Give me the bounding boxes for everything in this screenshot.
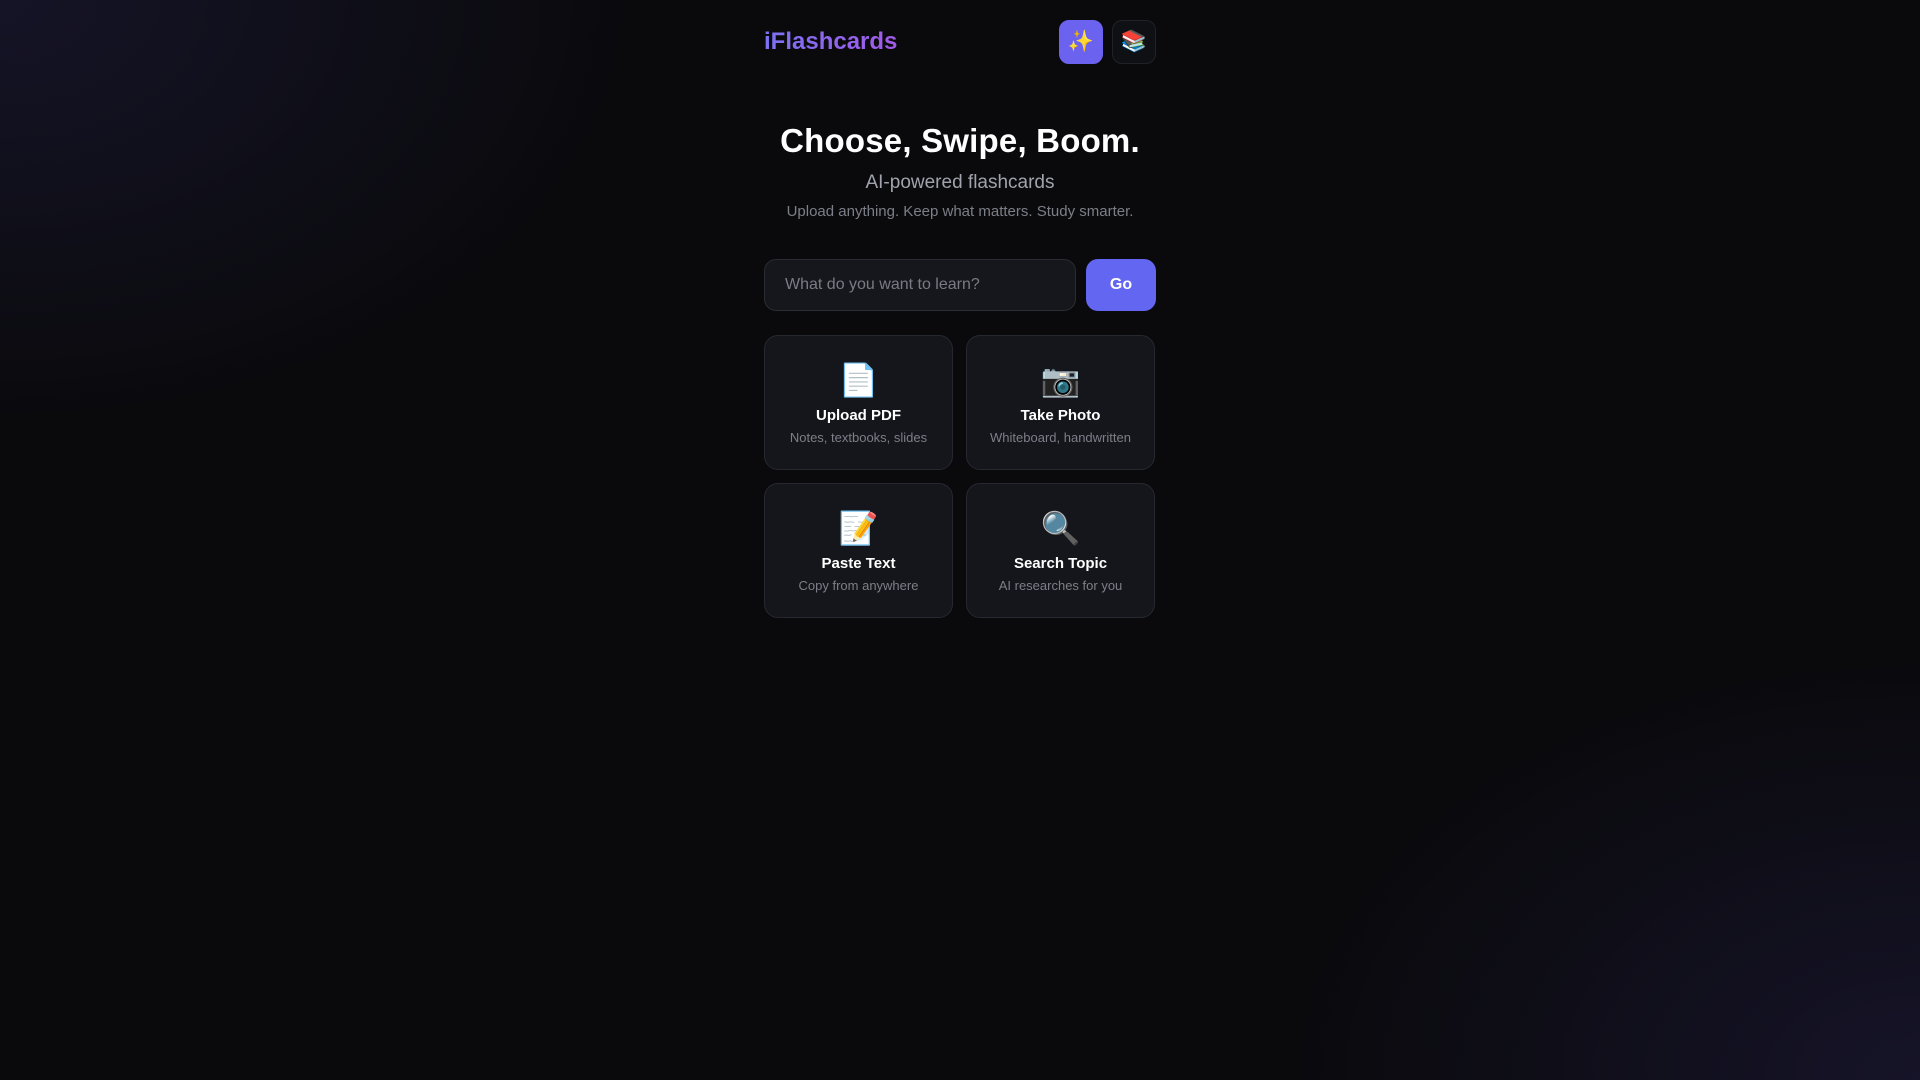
card-description: Copy from anywhere (798, 578, 919, 593)
sparkles-icon: ✨ (1067, 30, 1095, 53)
go-button[interactable]: Go (1086, 259, 1156, 311)
paste-text-card[interactable]: 📝 Paste Text Copy from anywhere (764, 483, 953, 618)
card-title: Search Topic (1013, 555, 1108, 572)
header: iFlashcards ✨ 📚 (764, 0, 1156, 84)
search-input[interactable] (764, 259, 1076, 311)
card-title: Take Photo (1020, 407, 1101, 424)
card-title: Paste Text (821, 555, 896, 572)
page-title: Choose, Swipe, Boom. (780, 122, 1140, 159)
camera-icon: 📷 (1040, 362, 1081, 398)
card-description: Whiteboard, handwritten (990, 430, 1131, 445)
library-button[interactable]: 📚 (1112, 20, 1156, 64)
generate-button[interactable]: ✨ (1059, 20, 1103, 64)
app-container: iFlashcards ✨ 📚 Choose, Swipe, Boom. AI-… (764, 0, 1156, 618)
card-description: AI researches for you (998, 578, 1123, 593)
hero: Choose, Swipe, Boom. AI-powered flashcar… (764, 122, 1156, 220)
document-icon: 📄 (838, 362, 879, 398)
card-title: Upload PDF (816, 407, 901, 424)
page-subtitle: AI-powered flashcards (865, 172, 1055, 193)
take-photo-card[interactable]: 📷 Take Photo Whiteboard, handwritten (966, 335, 1155, 470)
upload-pdf-card[interactable]: 📄 Upload PDF Notes, textbooks, slides (764, 335, 953, 470)
header-actions: ✨ 📚 (1059, 20, 1156, 64)
memo-icon: 📝 (838, 510, 879, 546)
magnifier-icon: 🔍 (1040, 510, 1081, 546)
brand-logo[interactable]: iFlashcards (764, 28, 897, 56)
source-options-grid: 📄 Upload PDF Notes, textbooks, slides 📷 … (764, 335, 1156, 618)
books-icon: 📚 (1120, 30, 1148, 53)
page-tagline: Upload anything. Keep what matters. Stud… (786, 203, 1134, 220)
search-topic-card[interactable]: 🔍 Search Topic AI researches for you (966, 483, 1155, 618)
search-row: Go (764, 259, 1156, 311)
card-description: Notes, textbooks, slides (789, 430, 928, 445)
